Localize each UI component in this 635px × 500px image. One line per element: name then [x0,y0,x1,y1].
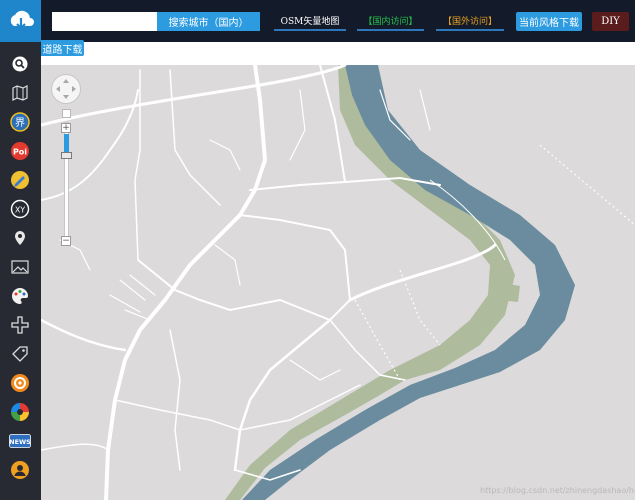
pencil-icon [11,171,29,189]
zoom-out-button[interactable]: − [61,236,71,246]
palette-icon [12,288,28,304]
map-svg [41,65,635,500]
sidebar-item-palette[interactable] [10,286,30,306]
xy-coordinate-icon: XY [10,199,30,219]
search-input[interactable] [52,12,157,31]
boundary-icon-label: 界 [15,117,25,129]
news-icon-label: NEWS [9,438,31,446]
sidebar-item-tag[interactable] [10,344,30,364]
poi-icon: Poi [11,142,29,160]
xy-icon-label: XY [15,206,25,215]
sidebar-item-user[interactable] [10,460,30,480]
download-style-button[interactable]: 当前风格下载 [516,12,582,31]
sidebar-item-image[interactable] [10,257,30,277]
boundary-icon: 界 [10,112,30,132]
image-icon [11,260,29,274]
logo[interactable] [0,0,41,42]
sidebar-item-search[interactable] [10,54,30,74]
road-network [41,65,497,500]
domestic-access-link[interactable]: 【国内访问】 [357,12,424,31]
sidebar-item-map[interactable] [10,83,30,103]
road-cross-icon [11,316,29,334]
settings-icon [11,374,29,392]
sidebar-item-poi[interactable]: Poi [10,141,30,161]
map-icon [12,85,28,101]
sidebar-item-colorwheel[interactable] [10,402,30,422]
sidebar-item-news[interactable]: NEWS [9,431,31,451]
tag-icon [12,346,28,362]
cloud-download-icon [10,10,34,30]
sidebar-item-road[interactable] [10,315,30,335]
watermark-text: https://blog.csdn.net/zhinengdashao/ha [480,486,635,495]
foreign-access-link[interactable]: 【国外访问】 [436,12,504,31]
app-root: { "colors": { "topbar_bg": "#131a2a", "s… [0,0,635,500]
river-dock [498,282,520,302]
sidebar-item-settings[interactable] [10,373,30,393]
sidebar-item-pencil[interactable] [10,170,30,190]
road-download-button[interactable]: 道路下载 [41,40,84,56]
search-icon [12,56,28,72]
zoom-reset-button[interactable] [62,109,71,118]
zoom-in-button[interactable]: + [61,123,71,133]
sidebar-item-location[interactable] [10,228,30,248]
map-canvas[interactable] [41,65,635,500]
sidebar-item-xy[interactable]: XY [10,199,30,219]
pan-control[interactable] [51,74,81,104]
location-pin-icon [15,231,25,245]
top-bar: 搜索城市（国内） OSM矢量地图 【国内访问】 【国外访问】 当前风格下载 DI… [0,0,635,42]
color-wheel-icon [11,403,29,421]
search-city-button[interactable]: 搜索城市（国内） [157,12,260,31]
pan-arrows-icon [56,79,76,99]
sidebar-item-boundary[interactable]: 界 [10,112,30,132]
user-icon [11,461,29,479]
news-icon: NEWS [9,434,31,448]
sidebar: 界 Poi XY NEWS [0,42,41,500]
osm-vector-map-button[interactable]: OSM矢量地图 [274,12,346,31]
zoom-slider-handle[interactable] [61,152,72,159]
poi-icon-label: Poi [13,148,27,157]
diy-button[interactable]: DIY [592,12,629,31]
